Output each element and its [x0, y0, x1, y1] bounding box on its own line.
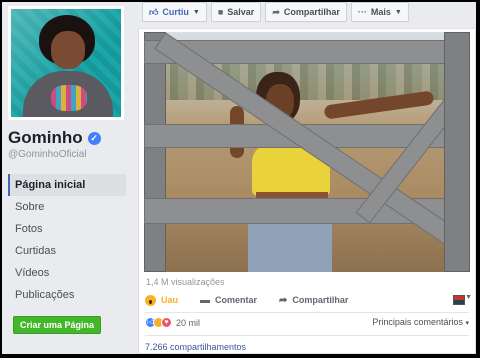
more-label: Mais	[370, 7, 391, 17]
create-page-button[interactable]: Criar uma Página	[13, 316, 102, 334]
bookmark-icon: ■	[217, 7, 224, 17]
liked-label: Curtiu	[162, 7, 189, 17]
sidebar-item-likes[interactable]: Curtidas	[8, 240, 126, 262]
divider	[145, 312, 469, 313]
more-button[interactable]: ··· Mais ▼	[350, 2, 409, 22]
sidebar-item-posts[interactable]: Publicações	[8, 284, 126, 306]
page-name-text[interactable]: Gominho	[8, 128, 83, 148]
chevron-down-icon: ▼	[192, 8, 200, 16]
share-page-button[interactable]: ➦ Compartilhar	[265, 2, 347, 22]
divider	[145, 335, 469, 336]
page-handle[interactable]: @GominhoOficial	[8, 149, 87, 160]
share-icon: ➦	[272, 6, 280, 17]
liked-button[interactable]: 👍︎ Curtiu ▼	[142, 2, 207, 22]
flag-icon[interactable]	[453, 295, 465, 305]
page-title[interactable]: Gominho ✓	[8, 128, 101, 148]
page-frame: Gominho ✓ @GominhoOficial Página inicial…	[2, 2, 476, 354]
chevron-down-icon[interactable]: ▼	[465, 294, 472, 301]
comments-sort-dropdown[interactable]: Principais comentários ▾	[372, 317, 469, 327]
chevron-down-icon: ▼	[394, 8, 402, 16]
comments-sort-label: Principais comentários	[372, 317, 463, 327]
sidebar-item-photos[interactable]: Fotos	[8, 218, 126, 240]
more-icon: ···	[357, 7, 367, 17]
comment-label: Comentar	[215, 295, 258, 305]
comment-icon: ▬	[200, 294, 211, 306]
post-actions: Uau ▬ Comentar ➦ Compartilhar ▼	[139, 289, 475, 311]
share-icon: ➦	[279, 294, 288, 306]
save-label: Salvar	[227, 7, 255, 17]
view-count: 1,4 M visualizações	[146, 277, 225, 287]
react-label: Uau	[161, 295, 179, 305]
video-player[interactable]	[144, 32, 470, 272]
chevron-down-icon: ▾	[465, 320, 469, 327]
share-page-label: Compartilhar	[283, 7, 340, 17]
react-button[interactable]: Uau	[145, 294, 179, 306]
comment-button[interactable]: ▬ Comentar	[200, 295, 257, 306]
save-button[interactable]: ■ Salvar	[210, 2, 262, 22]
profile-picture[interactable]	[8, 6, 124, 120]
page-action-bar: 👍︎ Curtiu ▼ ■ Salvar ➦ Compartilhar ··· …	[142, 2, 409, 24]
reaction-count: 20 mil	[176, 317, 201, 328]
reaction-summary[interactable]: 👍︎ ♥ 20 mil	[145, 317, 200, 328]
love-reaction-icon: ♥	[161, 317, 172, 328]
share-post-button[interactable]: ➦ Compartilhar	[279, 295, 348, 306]
video-post: 1,4 M visualizações Uau ▬ Comentar ➦ Com…	[138, 28, 476, 354]
share-post-label: Compartilhar	[292, 295, 349, 305]
like-icon: 👍︎	[149, 6, 159, 17]
sidebar-item-about[interactable]: Sobre	[8, 196, 126, 218]
sidebar-nav: Página inicial Sobre Fotos Curtidas Víde…	[8, 174, 126, 306]
share-count-link[interactable]: 7.266 compartilhamentos	[145, 342, 246, 352]
sidebar-item-videos[interactable]: Vídeos	[8, 262, 126, 284]
verified-icon: ✓	[87, 131, 101, 145]
wow-icon	[145, 294, 156, 306]
sidebar-item-home[interactable]: Página inicial	[8, 174, 126, 196]
page-sidebar: Gominho ✓ @GominhoOficial Página inicial…	[2, 2, 130, 354]
